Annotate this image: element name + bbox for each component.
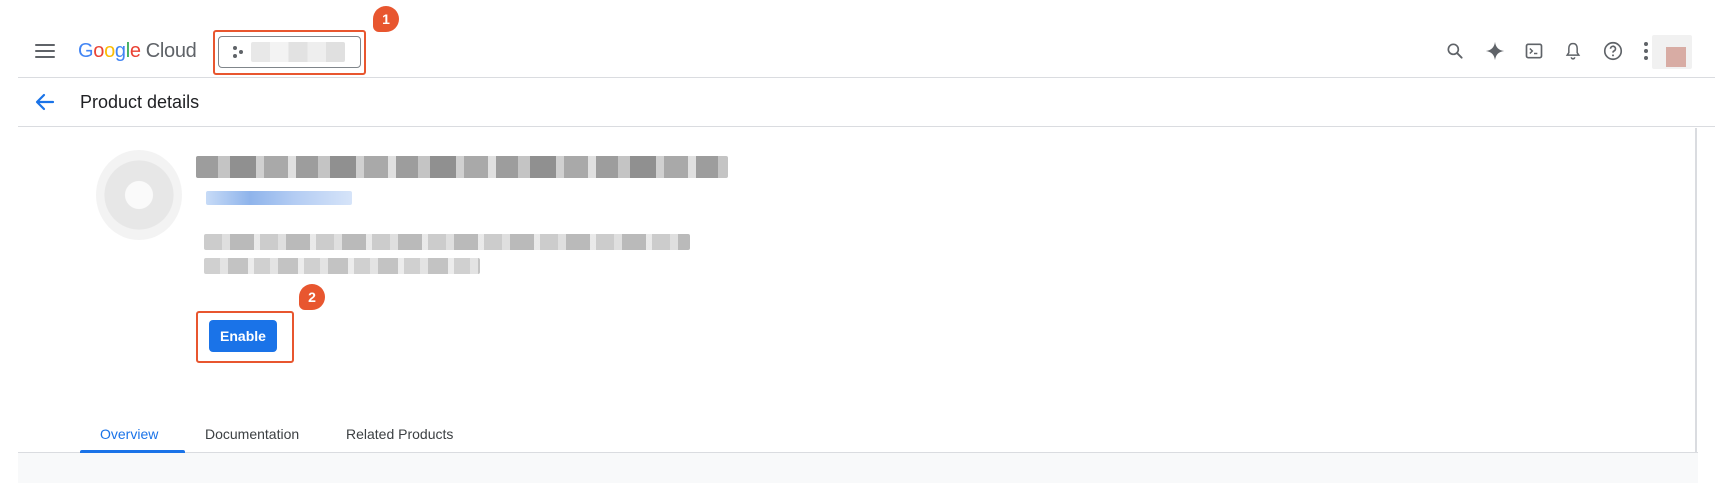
- annotation-box-1: [213, 30, 366, 75]
- page-title: Product details: [80, 92, 200, 112]
- tab-related-products[interactable]: Related Products: [346, 426, 453, 442]
- notifications-icon[interactable]: [1560, 38, 1586, 64]
- annotation-badge-1: 1: [373, 6, 399, 32]
- product-description-redacted: [204, 258, 480, 274]
- annotation-box-2: [196, 311, 294, 363]
- help-icon[interactable]: [1600, 38, 1626, 64]
- back-arrow-icon[interactable]: [33, 90, 57, 114]
- tab-content-area: [18, 453, 1698, 483]
- account-avatar[interactable]: [1652, 35, 1692, 69]
- product-vendor-link-redacted[interactable]: [206, 191, 352, 205]
- menu-icon[interactable]: [35, 42, 57, 58]
- tab-bar: Overview Documentation Related Products: [18, 418, 1698, 453]
- google-cloud-logo[interactable]: Google Cloud: [78, 40, 197, 63]
- product-logo: [96, 150, 182, 240]
- tab-overview[interactable]: Overview: [100, 426, 158, 442]
- tab-documentation[interactable]: Documentation: [205, 426, 299, 442]
- page-header: Product details: [18, 78, 1715, 127]
- product-description-redacted: [204, 234, 690, 250]
- cloud-shell-icon[interactable]: [1521, 38, 1547, 64]
- search-icon[interactable]: [1442, 38, 1468, 64]
- gemini-spark-icon[interactable]: [1482, 38, 1508, 64]
- product-title-redacted: [196, 156, 728, 178]
- annotation-badge-2: 2: [299, 284, 325, 310]
